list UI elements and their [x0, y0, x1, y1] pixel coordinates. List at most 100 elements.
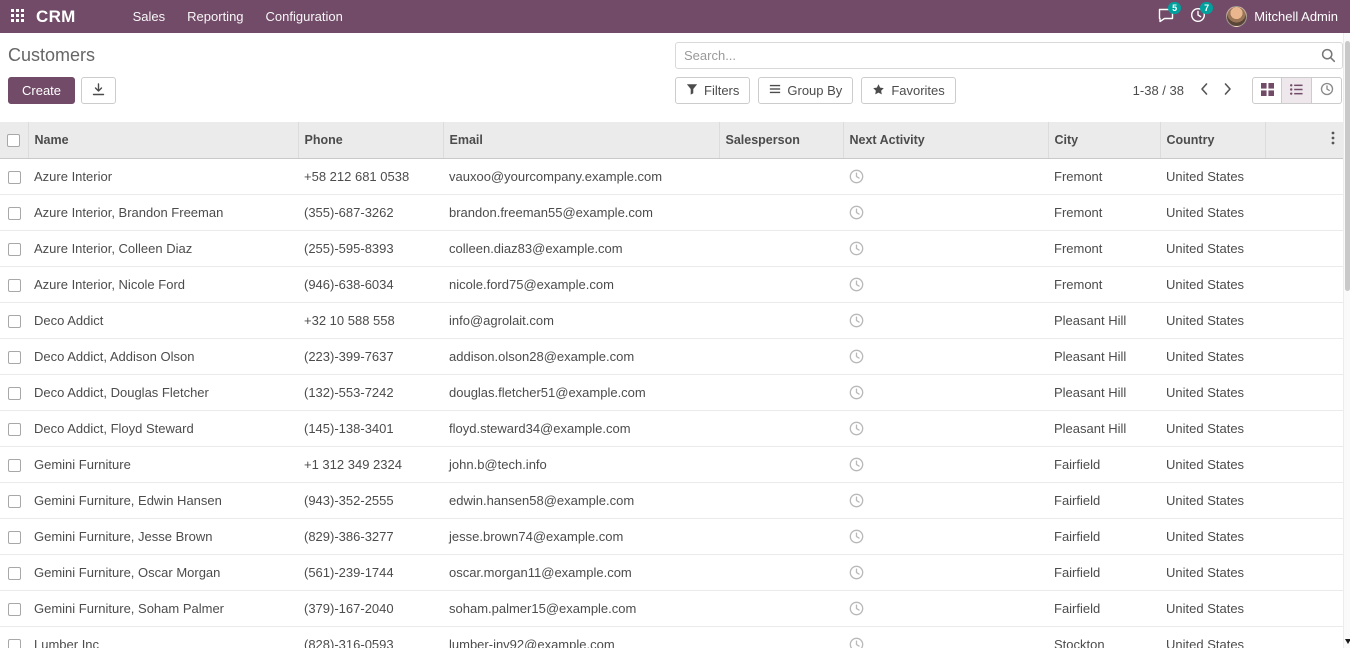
cell-next-activity[interactable] [843, 482, 1048, 518]
favorites-button[interactable]: Favorites [861, 77, 955, 104]
cell-salesperson[interactable] [719, 518, 843, 554]
table-row[interactable]: Lumber Inc(828)-316-0593lumber-inv92@exa… [0, 626, 1343, 648]
column-header-salesperson[interactable]: Salesperson [719, 122, 843, 158]
messages-menu-button[interactable]: 5 [1150, 0, 1182, 33]
cell-email[interactable]: nicole.ford75@example.com [443, 266, 719, 302]
export-button[interactable] [81, 77, 116, 104]
cell-email[interactable]: brandon.freeman55@example.com [443, 194, 719, 230]
cell-country[interactable]: United States [1160, 446, 1265, 482]
cell-name[interactable]: Azure Interior, Brandon Freeman [28, 194, 298, 230]
cell-phone[interactable]: +58 212 681 0538 [298, 158, 443, 194]
cell-name[interactable]: Gemini Furniture, Edwin Hansen [28, 482, 298, 518]
view-list-button[interactable] [1282, 77, 1312, 104]
cell-city[interactable]: Fremont [1048, 194, 1160, 230]
row-checkbox[interactable] [8, 351, 21, 364]
table-row[interactable]: Gemini Furniture, Jesse Brown(829)-386-3… [0, 518, 1343, 554]
row-checkbox[interactable] [8, 243, 21, 256]
cell-name[interactable]: Gemini Furniture, Soham Palmer [28, 590, 298, 626]
cell-phone[interactable]: (829)-386-3277 [298, 518, 443, 554]
cell-name[interactable]: Gemini Furniture, Oscar Morgan [28, 554, 298, 590]
cell-next-activity[interactable] [843, 590, 1048, 626]
vertical-scrollbar[interactable] [1343, 33, 1350, 648]
cell-email[interactable]: colleen.diaz83@example.com [443, 230, 719, 266]
cell-country[interactable]: United States [1160, 266, 1265, 302]
cell-city[interactable]: Pleasant Hill [1048, 374, 1160, 410]
cell-next-activity[interactable] [843, 302, 1048, 338]
cell-salesperson[interactable] [719, 194, 843, 230]
cell-phone[interactable]: (828)-316-0593 [298, 626, 443, 648]
filters-button[interactable]: Filters [675, 77, 750, 104]
table-row[interactable]: Deco Addict, Floyd Steward(145)-138-3401… [0, 410, 1343, 446]
cell-email[interactable]: lumber-inv92@example.com [443, 626, 719, 648]
scrollbar-down-arrow[interactable] [1344, 638, 1350, 646]
cell-city[interactable]: Fremont [1048, 230, 1160, 266]
cell-name[interactable]: Deco Addict [28, 302, 298, 338]
cell-salesperson[interactable] [719, 158, 843, 194]
row-checkbox[interactable] [8, 315, 21, 328]
cell-country[interactable]: United States [1160, 302, 1265, 338]
cell-phone[interactable]: (943)-352-2555 [298, 482, 443, 518]
cell-next-activity[interactable] [843, 626, 1048, 648]
pager-next-button[interactable] [1216, 77, 1240, 104]
cell-phone[interactable]: (145)-138-3401 [298, 410, 443, 446]
app-title[interactable]: CRM [36, 7, 76, 27]
cell-name[interactable]: Azure Interior [28, 158, 298, 194]
cell-name[interactable]: Azure Interior, Nicole Ford [28, 266, 298, 302]
scrollbar-thumb[interactable] [1345, 41, 1350, 291]
cell-country[interactable]: United States [1160, 158, 1265, 194]
cell-name[interactable]: Deco Addict, Floyd Steward [28, 410, 298, 446]
table-row[interactable]: Gemini Furniture, Soham Palmer(379)-167-… [0, 590, 1343, 626]
cell-next-activity[interactable] [843, 518, 1048, 554]
cell-email[interactable]: jesse.brown74@example.com [443, 518, 719, 554]
cell-name[interactable]: Lumber Inc [28, 626, 298, 648]
cell-next-activity[interactable] [843, 266, 1048, 302]
view-kanban-button[interactable] [1252, 77, 1282, 104]
cell-next-activity[interactable] [843, 194, 1048, 230]
pager-range[interactable]: 1-38 / 38 [1133, 83, 1184, 98]
row-checkbox[interactable] [8, 495, 21, 508]
column-header-city[interactable]: City [1048, 122, 1160, 158]
table-row[interactable]: Gemini Furniture, Edwin Hansen(943)-352-… [0, 482, 1343, 518]
menu-configuration[interactable]: Configuration [255, 0, 354, 33]
cell-next-activity[interactable] [843, 374, 1048, 410]
cell-country[interactable]: United States [1160, 554, 1265, 590]
cell-phone[interactable]: +1 312 349 2324 [298, 446, 443, 482]
cell-email[interactable]: soham.palmer15@example.com [443, 590, 719, 626]
row-checkbox[interactable] [8, 279, 21, 292]
cell-city[interactable]: Fairfield [1048, 446, 1160, 482]
cell-salesperson[interactable] [719, 302, 843, 338]
row-checkbox[interactable] [8, 531, 21, 544]
cell-phone[interactable]: (946)-638-6034 [298, 266, 443, 302]
cell-salesperson[interactable] [719, 554, 843, 590]
search-input[interactable] [676, 48, 1314, 63]
cell-city[interactable]: Fairfield [1048, 554, 1160, 590]
cell-salesperson[interactable] [719, 590, 843, 626]
cell-city[interactable]: Stockton [1048, 626, 1160, 648]
cell-salesperson[interactable] [719, 446, 843, 482]
cell-city[interactable]: Fairfield [1048, 518, 1160, 554]
column-header-email[interactable]: Email [443, 122, 719, 158]
row-checkbox[interactable] [8, 423, 21, 436]
cell-phone[interactable]: (255)-595-8393 [298, 230, 443, 266]
cell-country[interactable]: United States [1160, 518, 1265, 554]
kebab-vertical-icon[interactable] [1331, 134, 1335, 148]
cell-country[interactable]: United States [1160, 482, 1265, 518]
cell-city[interactable]: Fairfield [1048, 590, 1160, 626]
table-row[interactable]: Gemini Furniture, Oscar Morgan(561)-239-… [0, 554, 1343, 590]
cell-email[interactable]: john.b@tech.info [443, 446, 719, 482]
cell-email[interactable]: addison.olson28@example.com [443, 338, 719, 374]
cell-next-activity[interactable] [843, 554, 1048, 590]
menu-reporting[interactable]: Reporting [176, 0, 254, 33]
cell-country[interactable]: United States [1160, 338, 1265, 374]
cell-phone[interactable]: (379)-167-2040 [298, 590, 443, 626]
user-menu[interactable]: Mitchell Admin [1222, 6, 1342, 27]
cell-next-activity[interactable] [843, 230, 1048, 266]
cell-salesperson[interactable] [719, 374, 843, 410]
cell-salesperson[interactable] [719, 230, 843, 266]
cell-country[interactable]: United States [1160, 230, 1265, 266]
view-activity-button[interactable] [1312, 77, 1342, 104]
cell-name[interactable]: Deco Addict, Douglas Fletcher [28, 374, 298, 410]
cell-name[interactable]: Gemini Furniture [28, 446, 298, 482]
cell-phone[interactable]: (223)-399-7637 [298, 338, 443, 374]
cell-city[interactable]: Pleasant Hill [1048, 302, 1160, 338]
